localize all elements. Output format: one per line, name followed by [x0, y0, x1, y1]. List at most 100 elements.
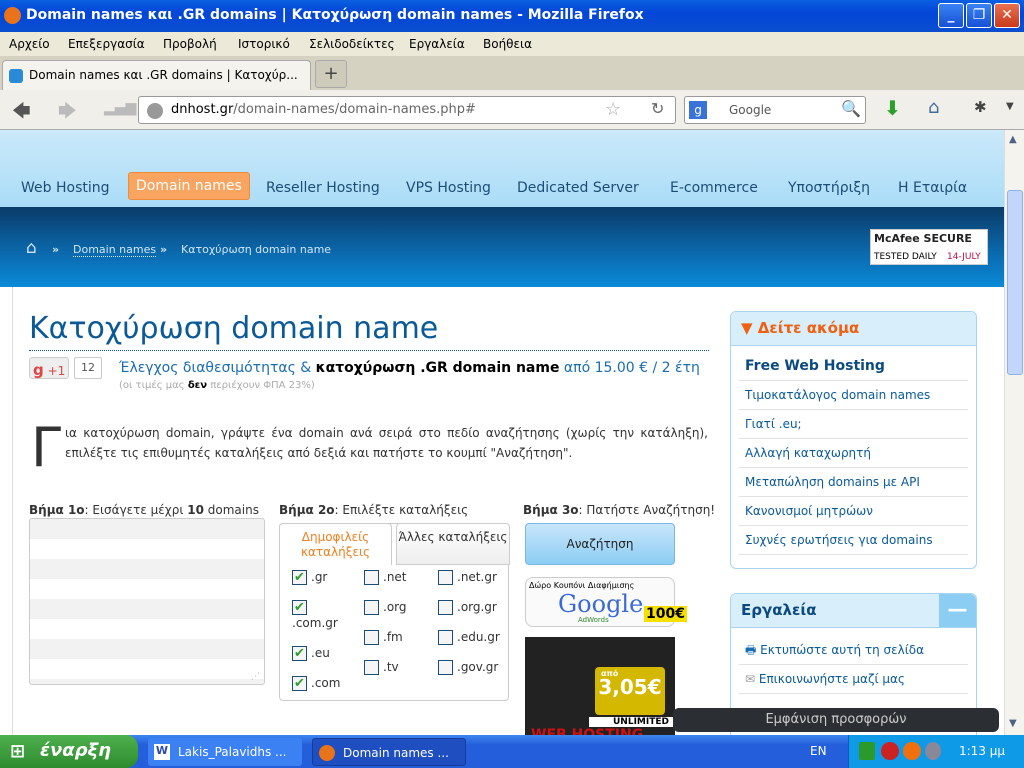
back-button[interactable]: 🡄	[12, 99, 31, 129]
tld-checkbox[interactable]: ✔ .com	[292, 676, 340, 691]
checkbox-unchecked[interactable]	[364, 660, 379, 675]
collapse-icon[interactable]: —	[939, 594, 976, 627]
checkbox-checked[interactable]: ✔	[292, 646, 307, 661]
menu-view[interactable]: Προβολή	[163, 37, 217, 51]
drop-cap: Γ	[31, 416, 62, 479]
firefox-icon	[319, 745, 335, 761]
tool-print-link[interactable]: 🖶 Εκτυπώστε αυτή τη σελίδα	[739, 636, 968, 665]
checkbox-unchecked[interactable]	[438, 570, 453, 585]
search-domains-button[interactable]: Αναζήτηση	[525, 523, 675, 565]
tld-checkbox[interactable]: .tv	[364, 660, 399, 675]
see-more-link[interactable]: Συχνές ερωτήσεις για domains	[739, 526, 968, 555]
checkbox-checked[interactable]: ✔	[292, 570, 307, 585]
taskbar-firefox[interactable]: Domain names ...	[312, 738, 466, 766]
google-adwords-ad[interactable]: Δώρο Κουπόνι Διαφήμισης Google AdWords 1…	[525, 577, 687, 627]
see-more-link[interactable]: Αλλαγή καταχωρητή	[739, 439, 968, 468]
start-button[interactable]: ⊞ έναρξη	[0, 735, 138, 768]
menu-edit[interactable]: Επεξεργασία	[68, 37, 145, 51]
menu-file[interactable]: Αρχείο	[9, 37, 50, 51]
scroll-up-icon[interactable]: ▲	[1009, 134, 1017, 145]
web-page: Web Hosting Domain names Reseller Hostin…	[0, 130, 1004, 735]
nav-dedicated-server[interactable]: Dedicated Server	[517, 180, 639, 196]
checkbox-unchecked[interactable]	[364, 600, 379, 615]
checkbox-unchecked[interactable]	[364, 630, 379, 645]
tld-checkbox[interactable]: .net.gr	[438, 570, 497, 585]
addon-icon[interactable]: ✱	[974, 98, 987, 116]
checkbox-unchecked[interactable]	[438, 600, 453, 615]
home-icon[interactable]: ⌂	[928, 97, 939, 118]
resize-grip-icon[interactable]: ⋰	[251, 672, 260, 682]
menu-chevron-icon[interactable]: ▼	[1006, 101, 1014, 112]
tld-label: .edu.gr	[457, 630, 500, 644]
mcafee-date: 14-JULY	[947, 252, 981, 262]
nav-vps-hosting[interactable]: VPS Hosting	[406, 180, 491, 196]
clock: 1:13 μμ	[959, 744, 1006, 758]
tab-other-tlds[interactable]: Άλλες καταλήξεις	[396, 523, 510, 565]
maximize-button[interactable]: ❐	[966, 3, 992, 28]
checkbox-checked[interactable]: ✔	[292, 600, 307, 615]
see-more-link[interactable]: Γιατί .eu;	[739, 410, 968, 439]
checkbox-unchecked[interactable]	[438, 660, 453, 675]
language-indicator[interactable]: EN	[810, 744, 827, 758]
search-box[interactable]: g Google 🔍	[684, 96, 866, 124]
tray-security-icon[interactable]	[881, 742, 899, 760]
menu-history[interactable]: Ιστορικό	[238, 37, 290, 51]
domains-textarea[interactable]: ⋰	[29, 518, 265, 685]
taskbar-word[interactable]: W Lakis_Palavidhs ...	[148, 738, 302, 766]
tld-checkbox[interactable]: .fm	[364, 630, 403, 645]
see-more-link[interactable]: Κανονισμοί μητρώων	[739, 497, 968, 526]
gplus-button[interactable]: g +1	[29, 357, 69, 379]
new-tab-button[interactable]: +	[315, 60, 347, 88]
tab-popular-tlds[interactable]: Δημοφιλείς καταλήξεις	[279, 523, 392, 565]
breadcrumb-band: ⌂ » Domain names » Κατοχύρωση domain nam…	[0, 207, 1004, 287]
nav-web-hosting[interactable]: Web Hosting	[21, 180, 110, 196]
navigation-bar: 🡄 🡆 ▂▄▆ dnhost.gr/domain-names/domain-na…	[0, 90, 1024, 130]
tld-checkbox[interactable]: .edu.gr	[438, 630, 500, 645]
breadcrumb-domain-names[interactable]: Domain names	[73, 243, 157, 257]
checkbox-unchecked[interactable]	[438, 630, 453, 645]
tray-volume-icon[interactable]	[925, 742, 941, 760]
see-more-link[interactable]: Μεταπώληση domains με API	[739, 468, 968, 497]
forward-button[interactable]: 🡆	[58, 99, 77, 129]
tld-checkbox[interactable]: ✔ .com.gr	[292, 600, 338, 630]
tray-app-icon[interactable]	[859, 742, 875, 760]
nav-support[interactable]: Υποστήριξη	[788, 180, 870, 196]
tld-checkbox[interactable]: .org	[364, 600, 407, 615]
tray-avast-icon[interactable]	[903, 742, 921, 760]
scroll-down-icon[interactable]: ▼	[1009, 718, 1017, 729]
bookmark-star-icon[interactable]: ☆	[605, 99, 621, 120]
nav-reseller-hosting[interactable]: Reseller Hosting	[266, 180, 380, 196]
tld-checkbox[interactable]: .gov.gr	[438, 660, 498, 675]
nav-ecommerce[interactable]: E-commerce	[670, 180, 758, 196]
mcafee-secure-badge[interactable]: McAfee SECURE TESTED DAILY 14-JULY	[870, 229, 988, 265]
tld-checkbox[interactable]: ✔ .eu	[292, 646, 330, 661]
menu-bookmarks[interactable]: Σελιδοδείκτες	[309, 37, 395, 51]
checkbox-unchecked[interactable]	[364, 570, 379, 585]
minimize-button[interactable]: _	[938, 3, 964, 28]
checkbox-checked[interactable]: ✔	[292, 676, 307, 691]
menu-tools[interactable]: Εργαλεία	[409, 37, 465, 51]
see-more-link[interactable]: Τιμοκατάλογος domain names	[739, 381, 968, 410]
show-offers-bar[interactable]: Εμφάνιση προσφορών	[673, 708, 999, 732]
scroll-thumb[interactable]	[1007, 190, 1023, 375]
tld-checkbox[interactable]: .org.gr	[438, 600, 497, 615]
menu-help[interactable]: Βοήθεια	[483, 37, 532, 51]
ad-title: Δώρο Κουπόνι Διαφήμισης	[529, 581, 635, 590]
nav-domain-names[interactable]: Domain names	[128, 172, 250, 200]
page-scrollbar[interactable]: ▲ ▼	[1004, 130, 1024, 735]
browser-tab[interactable]: Domain names και .GR domains | Κατοχύρ..…	[2, 60, 311, 90]
url-bar[interactable]: dnhost.gr/domain-names/domain-names.php#…	[138, 96, 676, 124]
search-magnifier-icon[interactable]: 🔍	[841, 99, 861, 118]
url-host: dnhost.gr	[171, 102, 234, 117]
download-icon[interactable]: ⬇	[884, 96, 901, 120]
close-button[interactable]: ✕	[994, 3, 1020, 28]
home-icon[interactable]: ⌂	[26, 238, 37, 258]
web-hosting-ad[interactable]: από 3,05€ UNLIMITED WEB HOSTING	[525, 637, 675, 735]
reload-icon[interactable]: ↻	[651, 99, 664, 118]
see-more-link[interactable]: Free Web Hosting	[739, 352, 968, 381]
tld-label: .org	[383, 600, 407, 614]
tld-checkbox[interactable]: ✔ .gr	[292, 570, 327, 585]
nav-company[interactable]: Η Εταιρία	[898, 180, 967, 196]
tool-contact-link[interactable]: ✉ Επικοινωνήστε μαζί μας	[739, 665, 968, 694]
tld-checkbox[interactable]: .net	[364, 570, 407, 585]
